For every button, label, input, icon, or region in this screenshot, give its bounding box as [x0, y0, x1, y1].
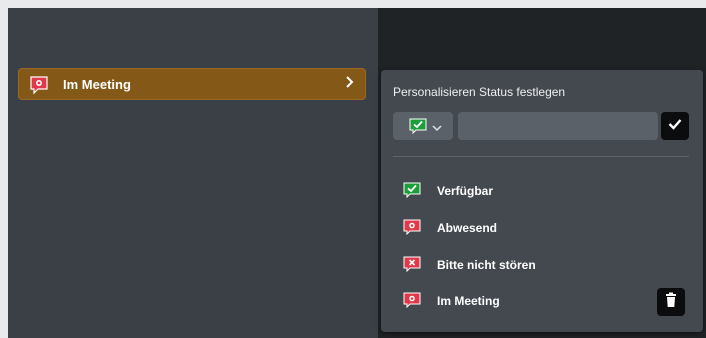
status-icon-picker[interactable] — [393, 112, 453, 140]
trash-icon — [665, 292, 677, 313]
set-status-popup: Personalisieren Status festlegen Verfügb… — [381, 70, 703, 332]
status-option-do-not-disturb[interactable]: Bitte nicht stören — [393, 250, 689, 280]
chevron-right-icon — [345, 75, 355, 92]
available-check-icon — [403, 182, 421, 203]
status-list-pane — [8, 8, 378, 338]
chevron-down-icon — [431, 120, 443, 138]
delete-status-button[interactable] — [657, 288, 685, 316]
status-option-available[interactable]: Verfügbar — [393, 176, 689, 206]
current-status-label: Im Meeting — [63, 77, 131, 92]
meeting-icon — [403, 292, 421, 313]
popup-title: Personalisieren Status festlegen — [393, 85, 566, 99]
status-option-label: Abwesend — [437, 221, 498, 235]
status-option-label: Verfügbar — [437, 184, 494, 198]
top-border — [0, 0, 706, 8]
available-check-icon — [409, 118, 427, 139]
checkmark-icon — [668, 117, 682, 135]
status-option-label: Bitte nicht stören — [437, 258, 536, 272]
dnd-x-icon — [403, 256, 421, 277]
away-icon — [403, 219, 421, 240]
status-option-away[interactable]: Abwesend — [393, 213, 689, 243]
meeting-icon — [29, 75, 49, 100]
status-option-label: Im Meeting — [437, 294, 500, 308]
current-status-item[interactable]: Im Meeting — [18, 68, 366, 100]
status-option-in-meeting[interactable]: Im Meeting — [393, 286, 689, 316]
status-message-input[interactable] — [458, 112, 658, 140]
confirm-status-button[interactable] — [661, 112, 689, 140]
divider — [393, 156, 689, 157]
